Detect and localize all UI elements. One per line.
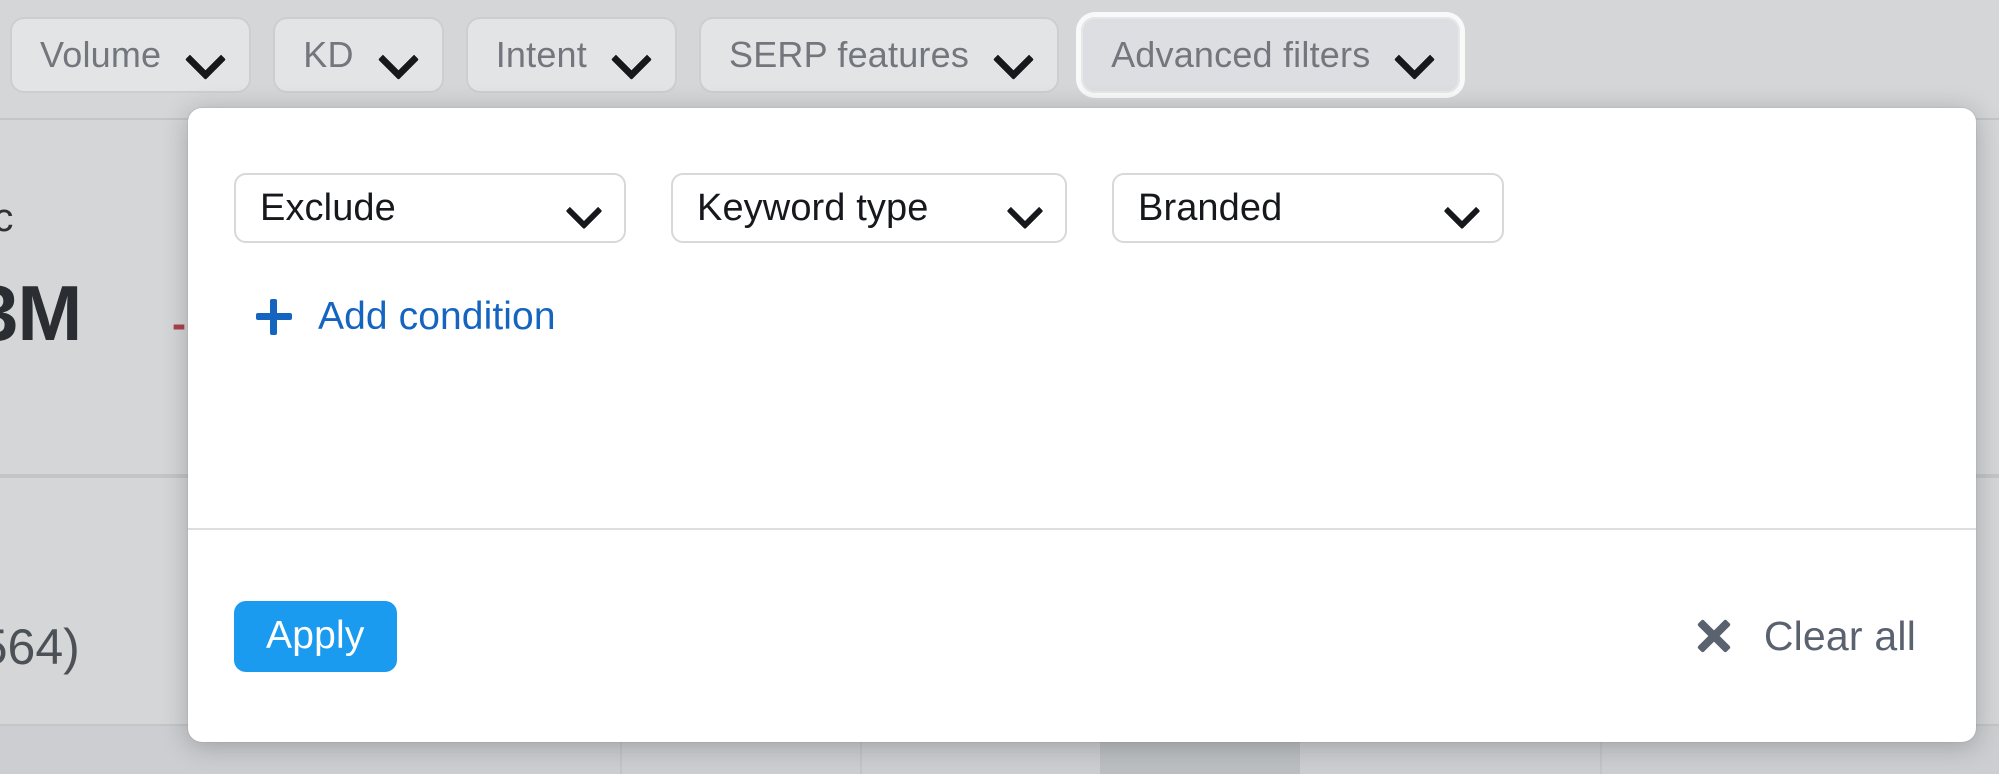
chevron-down-icon (1009, 193, 1039, 223)
chevron-down-icon (1396, 38, 1430, 72)
filter-pill-advanced-filters[interactable]: Advanced filters (1081, 17, 1461, 93)
condition-value-select[interactable]: Branded (1112, 173, 1504, 243)
advanced-filters-panel: Exclude Keyword type Branded Add conditi… (188, 108, 1976, 742)
background-metric-delta: - (172, 300, 186, 347)
clear-all-label: Clear all (1763, 612, 1916, 659)
filter-pill-serp-features[interactable]: SERP features (698, 17, 1060, 93)
filter-pill-label: SERP features (728, 34, 970, 75)
filter-pill-intent[interactable]: Intent (465, 17, 677, 93)
screen-root: affic 0.3M - 3,564) Volume KD Intent SER… (0, 0, 1999, 774)
advanced-filters-body: Exclude Keyword type Branded Add conditi… (188, 108, 1976, 340)
filter-pill-label: Volume (40, 34, 162, 75)
filter-pill-kd[interactable]: KD (273, 17, 444, 93)
filter-condition-row: Exclude Keyword type Branded (234, 173, 1930, 243)
chevron-down-icon (613, 38, 647, 72)
condition-attribute-select[interactable]: Keyword type (671, 173, 1067, 243)
chevron-down-icon (1446, 193, 1476, 223)
filter-pill-label: Advanced filters (1111, 34, 1371, 75)
close-x-icon (1694, 616, 1734, 656)
panel-footer: Apply Clear all (188, 530, 1976, 742)
background-metric-label: affic (0, 196, 14, 240)
background-metric-value: 0.3M (0, 269, 82, 357)
plus-icon (256, 299, 292, 335)
condition-attribute-value: Keyword type (697, 186, 929, 229)
filter-pill-volume[interactable]: Volume (10, 17, 252, 93)
background-row-count: 3,564) (0, 619, 80, 675)
filter-pill-label: KD (303, 34, 354, 75)
add-condition-button[interactable]: Add condition (234, 295, 556, 339)
apply-button[interactable]: Apply (234, 600, 397, 672)
filter-pill-label: Intent (495, 34, 587, 75)
chevron-down-icon (187, 38, 221, 72)
condition-operator-value: Exclude (260, 186, 396, 229)
filter-bar: Volume KD Intent SERP features Advanced … (0, 0, 1999, 110)
clear-all-button[interactable]: Clear all (1694, 613, 1916, 660)
chevron-down-icon (995, 38, 1029, 72)
chevron-down-icon (568, 193, 598, 223)
condition-operator-select[interactable]: Exclude (234, 173, 626, 243)
chevron-down-icon (380, 38, 414, 72)
condition-value-value: Branded (1138, 186, 1283, 229)
add-condition-label: Add condition (318, 295, 556, 338)
